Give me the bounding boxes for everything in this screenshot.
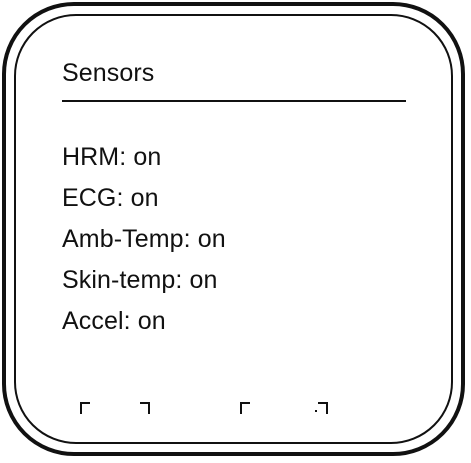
- small-dot-mark: [315, 410, 317, 412]
- sensor-item-skin-temp: Skin-temp: on: [62, 266, 218, 294]
- sensor-item-amb-temp: Amb-Temp: on: [62, 225, 226, 253]
- sensor-item-accel: Accel: on: [62, 307, 166, 335]
- sensor-list: HRM: on ECG: on Amb-Temp: on Skin-temp: …: [62, 141, 226, 346]
- left-bracket-mark-2: [240, 402, 250, 414]
- bottom-marks: [0, 402, 463, 418]
- right-bracket-mark-1: [140, 402, 150, 414]
- sensor-item-hrm: HRM: on: [62, 143, 162, 171]
- sensor-item-ecg: ECG: on: [62, 184, 159, 212]
- right-bracket-mark-2: [318, 402, 328, 414]
- left-bracket-mark-1: [80, 402, 90, 414]
- title-divider: [62, 100, 406, 102]
- page-title: Sensors: [62, 59, 155, 87]
